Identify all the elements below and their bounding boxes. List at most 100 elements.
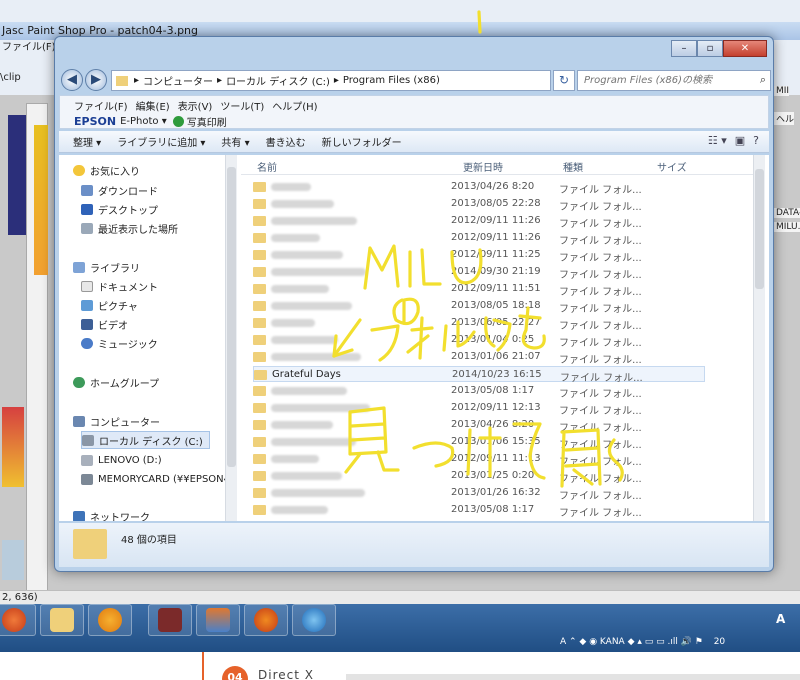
share-button[interactable]: 共有 ▾ — [221, 134, 249, 149]
nav-documents[interactable]: ドキュメント — [81, 277, 158, 295]
help-icon[interactable]: ? — [753, 134, 759, 147]
file-row[interactable]: 2013/08/05 18:18 ファイル フォル... — [253, 298, 705, 315]
blurred-file-name — [271, 319, 315, 327]
nav-local-disk-c[interactable]: ローカル ディスク (C:) — [81, 431, 210, 449]
taskbar-paint-shop-pro[interactable] — [196, 604, 240, 636]
input-language-indicator[interactable]: A — [776, 612, 785, 626]
nav-videos[interactable]: ビデオ — [81, 315, 128, 333]
nav-downloads[interactable]: ダウンロード — [81, 181, 158, 199]
file-row[interactable]: 2012/09/11 11:26 ファイル フォル... — [253, 230, 705, 247]
folder-icon — [253, 403, 266, 413]
add-to-library-button[interactable]: ライブラリに追加 ▾ — [117, 134, 205, 149]
system-tray[interactable]: A ⌃ ◆ ◉ KANA ◆ ▴ ▭ ▭ .ıll 🔊 ⚑ 20 — [560, 632, 800, 652]
photo-print-button[interactable]: 写真印刷 — [187, 114, 227, 129]
forward-button[interactable]: ▶ — [85, 69, 107, 91]
scrollbar-thumb[interactable] — [227, 167, 236, 467]
file-row[interactable]: 2013/08/05 22:28 ファイル フォル... — [253, 196, 705, 213]
psp-right-menu[interactable]: ヘル — [774, 112, 795, 125]
divider — [202, 652, 204, 680]
nav-memorycard[interactable]: MEMORYCARD (¥¥EPSON4 — [81, 470, 227, 488]
file-row[interactable]: 2013/01/06 21:07 ファイル フォル... — [253, 349, 705, 366]
burn-button[interactable]: 書き込む — [266, 134, 306, 149]
menu-tools[interactable]: ツール(T) — [220, 98, 264, 113]
column-size[interactable]: サイズ — [657, 159, 687, 174]
psp-menu-file[interactable]: ファイル(F) — [0, 40, 56, 56]
file-row[interactable]: 2014/09/30 21:19 ファイル フォル... — [253, 264, 705, 281]
blurred-file-name — [271, 506, 328, 514]
file-row[interactable]: 2013/05/08 1:17 ファイル フォル... — [253, 502, 705, 519]
search-icon[interactable]: ⌕ — [760, 73, 766, 87]
scrollbar-thumb[interactable] — [755, 169, 764, 289]
nav-homegroup[interactable]: ホームグループ — [73, 373, 159, 391]
start-button[interactable] — [0, 604, 36, 636]
details-pane: 48 個の項目 — [59, 523, 769, 567]
file-row[interactable]: 2012/09/11 11:51 ファイル フォル... — [253, 281, 705, 298]
nav-recent-places[interactable]: 最近表示した場所 — [81, 219, 178, 237]
drive-icon — [82, 434, 94, 446]
nav-desktop[interactable]: デスクトップ — [81, 200, 158, 218]
file-row[interactable]: 2012/09/11 12:13 ファイル フォル... — [253, 400, 705, 417]
breadcrumb-local-disk[interactable]: ローカル ディスク (C:) — [224, 73, 332, 88]
nav-computer[interactable]: コンピューター — [73, 412, 160, 430]
column-date-modified[interactable]: 更新日時 — [463, 159, 503, 174]
file-row[interactable]: Grateful Days 2014/10/23 16:15 ファイル フォル... — [253, 366, 705, 384]
address-bar[interactable]: ▸ コンピューター ▸ ローカル ディスク (C:) ▸ Program Fil… — [111, 70, 551, 91]
nav-pictures[interactable]: ピクチャ — [81, 296, 138, 314]
nav-music[interactable]: ミュージック — [81, 334, 158, 352]
new-folder-button[interactable]: 新しいフォルダー — [322, 134, 402, 149]
file-type: ファイル フォル... — [559, 287, 642, 298]
taskbar-explorer[interactable] — [40, 604, 84, 636]
taskbar-ie[interactable] — [292, 604, 336, 636]
file-row[interactable]: 2013/04/26 8:20 ファイル フォル... — [253, 179, 705, 196]
nav-label: お気に入り — [90, 166, 140, 178]
psp-right-menu[interactable]: MII — [774, 86, 790, 96]
menu-edit[interactable]: 編集(E) — [136, 98, 170, 113]
breadcrumb-computer[interactable]: コンピューター — [141, 73, 215, 88]
file-row[interactable]: 2013/01/04 0:25 ファイル フォル... — [253, 332, 705, 349]
folder-icon — [253, 505, 266, 515]
column-name[interactable]: 名前 — [257, 159, 277, 174]
file-date: 2012/09/11 11:25 — [451, 249, 541, 260]
folder-icon — [253, 301, 266, 311]
file-row[interactable]: 2013/05/08 1:17 ファイル フォル... — [253, 383, 705, 400]
file-row[interactable]: 2012/09/11 11:13 ファイル フォル... — [253, 451, 705, 468]
breadcrumb-program-files[interactable]: Program Files (x86) — [341, 75, 442, 86]
file-row[interactable]: 2013/01/26 16:32 ファイル フォル... — [253, 485, 705, 502]
preview-pane-icon[interactable]: ▣ — [735, 134, 745, 147]
file-row[interactable]: 2013/06/05 22:27 ファイル フォル... — [253, 315, 705, 332]
file-row[interactable]: 2012/09/11 11:25 ファイル フォル... — [253, 247, 705, 264]
blurred-file-name — [271, 285, 329, 293]
tray-icons[interactable]: A ⌃ ◆ ◉ KANA ◆ ▴ ▭ ▭ .ıll 🔊 ⚑ — [560, 637, 703, 647]
nav-pane-scrollbar[interactable] — [225, 155, 237, 521]
nav-lenovo-d[interactable]: LENOVO (D:) — [81, 451, 162, 469]
view-icon[interactable]: ☷ ▾ — [708, 134, 727, 147]
refresh-button[interactable]: ↻ — [553, 70, 575, 91]
close-button[interactable]: ✕ — [723, 40, 767, 57]
folder-icon — [253, 352, 266, 362]
search-input[interactable] — [578, 71, 748, 90]
menu-help[interactable]: ヘルプ(H) — [272, 98, 317, 113]
search-box[interactable]: ⌕ — [577, 70, 771, 91]
file-row[interactable]: 2013/01/25 0:20 ファイル フォル... — [253, 468, 705, 485]
epson-ephoto-button[interactable]: E-Photo ▾ — [120, 116, 167, 127]
column-type[interactable]: 種類 — [563, 159, 583, 174]
file-row[interactable]: 2012/09/11 11:26 ファイル フォル... — [253, 213, 705, 230]
organize-button[interactable]: 整理 ▾ — [73, 134, 101, 149]
nav-network[interactable]: ネットワーク — [73, 507, 150, 521]
taskbar-app[interactable] — [88, 604, 132, 636]
maximize-button[interactable]: ▫ — [697, 40, 723, 57]
menu-file[interactable]: ファイル(F) — [74, 98, 128, 113]
nav-favorites[interactable]: お気に入り — [73, 161, 140, 179]
clock-fragment[interactable]: 20 — [714, 637, 725, 647]
file-date: 2013/04/26 8:20 — [451, 419, 535, 430]
minimize-button[interactable]: – — [671, 40, 697, 57]
file-row[interactable]: 2013/01/06 15:35 ファイル フォル... — [253, 434, 705, 451]
file-row[interactable]: 2013/04/26 8:20 ファイル フォル... — [253, 417, 705, 434]
file-list-scrollbar[interactable] — [753, 155, 765, 521]
taskbar-firefox[interactable] — [244, 604, 288, 636]
taskbar-app[interactable] — [148, 604, 192, 636]
back-button[interactable]: ◀ — [61, 69, 83, 91]
nav-libraries[interactable]: ライブラリ — [73, 258, 140, 276]
menu-view[interactable]: 表示(V) — [178, 98, 213, 113]
psp-path-text: \clip — [0, 72, 21, 83]
